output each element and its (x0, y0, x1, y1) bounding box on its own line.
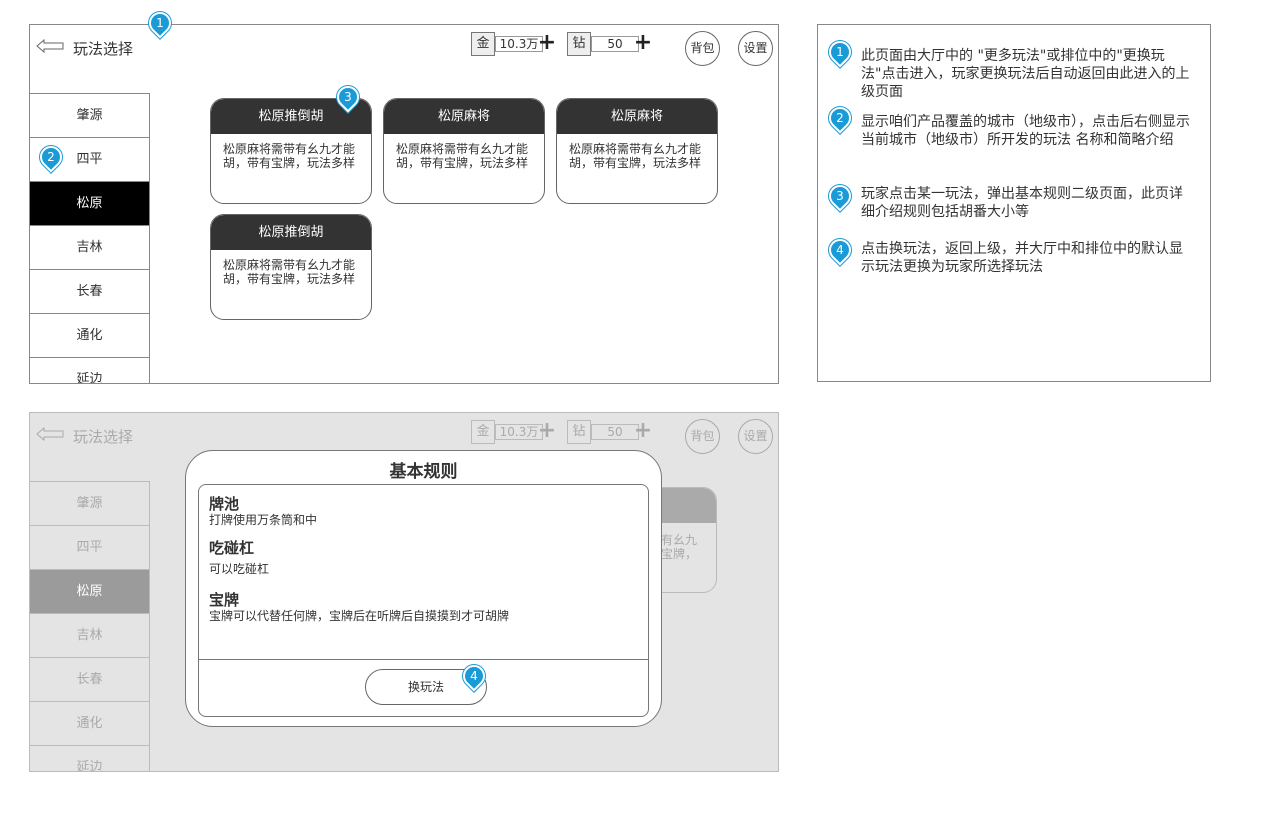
rule-text: 宝牌可以代替任何牌，宝牌后在听牌后自摸摸到才可胡牌 (209, 609, 510, 623)
city-item-songyuan[interactable]: 松原 (30, 181, 149, 225)
settings-button: 设置 (738, 419, 773, 454)
play-mode-card[interactable]: 松原麻将 松原麻将需带有幺九才能胡，带有宝牌，玩法多样 (556, 98, 718, 204)
rule-heading: 宝牌 (209, 591, 240, 609)
diamond-value: 50 (591, 36, 639, 52)
city-item-yanbian[interactable]: 延边 (30, 357, 149, 383)
play-mode-card[interactable]: 松原麻将 松原麻将需带有幺九才能胡，带有宝牌，玩法多样 (383, 98, 545, 204)
back-arrow-icon[interactable] (36, 39, 64, 53)
note-pin-4: 4 (824, 234, 856, 266)
note-4: 点击换玩法，返回上级，并大厅中和排位中的默认显示玩法更换为玩家所选择玩法 (861, 241, 1183, 275)
note-pin-3: 3 (824, 180, 856, 212)
city-item-jilin[interactable]: 吉林 (30, 225, 149, 269)
rule-bao-pai: 宝牌 宝牌可以代替任何牌，宝牌后在听牌后自摸摸到才可胡牌 (209, 591, 509, 624)
city-item-yanbian: 延边 (30, 745, 149, 771)
play-mode-name: 松原麻将 (557, 99, 717, 134)
play-mode-card[interactable]: 松原推倒胡 松原麻将需带有幺九才能胡，带有宝牌，玩法多样 (210, 98, 372, 204)
rule-text: 可以吃碰杠 (209, 562, 270, 576)
play-mode-desc: 松原麻将需带有幺九才能胡，带有宝牌，玩法多样 (223, 258, 356, 286)
city-item-songyuan: 松原 (30, 569, 149, 613)
city-list: 肇源 四平 松原 吉林 长春 通化 延边 (30, 481, 150, 771)
play-mode-name: 松原推倒胡 (211, 215, 371, 250)
rule-heading: 吃碰杠 (209, 539, 255, 557)
city-item-zhaoyuan: 肇源 (30, 481, 149, 525)
diamond-value: 50 (591, 424, 639, 440)
note-1: 此页面由大厅中的 "更多玩法"或排位中的"更换玩法"点击进入，玩家更换玩法后自动… (861, 48, 1190, 100)
add-diamond-button[interactable]: + (633, 32, 653, 54)
page-title: 玩法选择 (73, 428, 134, 446)
city-item-tonghua: 通化 (30, 701, 149, 745)
city-item-zhaoyuan[interactable]: 肇源 (30, 93, 149, 137)
city-item-changchun: 长春 (30, 657, 149, 701)
gold-counter: 金 10.3万 + (471, 420, 561, 444)
bag-button: 背包 (685, 419, 720, 454)
gold-value: 10.3万 (495, 36, 543, 52)
city-item-siping: 四平 (30, 525, 149, 569)
note-pin-2: 2 (824, 102, 856, 134)
note-3: 玩家点击某一玩法，弹出基本规则二级页面，此页详细介绍规则包括胡番大小等 (861, 186, 1183, 220)
play-mode-name: 松原麻将 (384, 99, 544, 134)
basic-rules-dialog: 基本规则 牌池 打牌使用万条筒和中 吃碰杠 可以吃碰杠 宝牌 宝牌可以代替任何牌… (185, 450, 662, 727)
add-gold-button: + (537, 418, 557, 443)
bag-button[interactable]: 背包 (685, 31, 720, 66)
rules-content: 牌池 打牌使用万条筒和中 吃碰杠 可以吃碰杠 宝牌 宝牌可以代替任何牌，宝牌后在… (198, 484, 649, 717)
rule-chi-peng-gang: 吃碰杠 可以吃碰杠 (209, 539, 269, 577)
dialog-title: 基本规则 (389, 462, 458, 482)
city-list: 肇源 四平 松原 吉林 长春 通化 延边 (30, 93, 150, 383)
city-item-tonghua[interactable]: 通化 (30, 313, 149, 357)
gold-counter: 金 10.3万 + (471, 32, 561, 56)
city-item-jilin: 吉林 (30, 613, 149, 657)
play-mode-desc: 松原麻将需带有幺九才能胡，带有宝牌，玩法多样 (223, 142, 356, 170)
diamond-icon: 钻 (567, 32, 591, 56)
play-mode-card[interactable]: 松原推倒胡 松原麻将需带有幺九才能胡，带有宝牌，玩法多样 (210, 214, 372, 320)
diamond-counter: 钻 50 + (567, 32, 657, 56)
note-2: 显示咱们产品覆盖的城市（地级市），点击后右侧显示当前城市（地级市）所开发的玩法 … (861, 114, 1190, 148)
rule-heading: 牌池 (209, 495, 240, 513)
settings-button[interactable]: 设置 (738, 31, 773, 66)
page-title: 玩法选择 (73, 40, 134, 58)
back-arrow-icon (36, 427, 64, 441)
divider (199, 659, 648, 660)
rule-tile-pool: 牌池 打牌使用万条筒和中 (209, 495, 317, 528)
rule-text: 打牌使用万条筒和中 (209, 513, 318, 527)
add-diamond-button: + (633, 418, 653, 443)
gold-icon: 金 (471, 32, 495, 56)
annotation-notes-panel: 1 此页面由大厅中的 "更多玩法"或排位中的"更换玩法"点击进入，玩家更换玩法后… (817, 24, 1211, 382)
gold-icon: 金 (471, 420, 495, 444)
note-pin-1: 1 (824, 36, 856, 68)
play-mode-desc: 松原麻将需带有幺九才能胡，带有宝牌，玩法多样 (396, 142, 529, 170)
diamond-icon: 钻 (567, 420, 591, 444)
gold-value: 10.3万 (495, 424, 543, 440)
rules-popup-screen: 玩法选择 金 10.3万 + 钻 50 + 背包 设置 肇源 四平 松原 吉林 … (29, 412, 779, 772)
add-gold-button[interactable]: + (537, 32, 557, 54)
play-mode-select-screen: 玩法选择 金 10.3万 + 钻 50 + 背包 设置 肇源 四平 松原 吉林 … (29, 24, 779, 384)
city-item-changchun[interactable]: 长春 (30, 269, 149, 313)
diamond-counter: 钻 50 + (567, 420, 657, 444)
play-mode-desc: 松原麻将需带有幺九才能胡，带有宝牌，玩法多样 (569, 142, 702, 170)
